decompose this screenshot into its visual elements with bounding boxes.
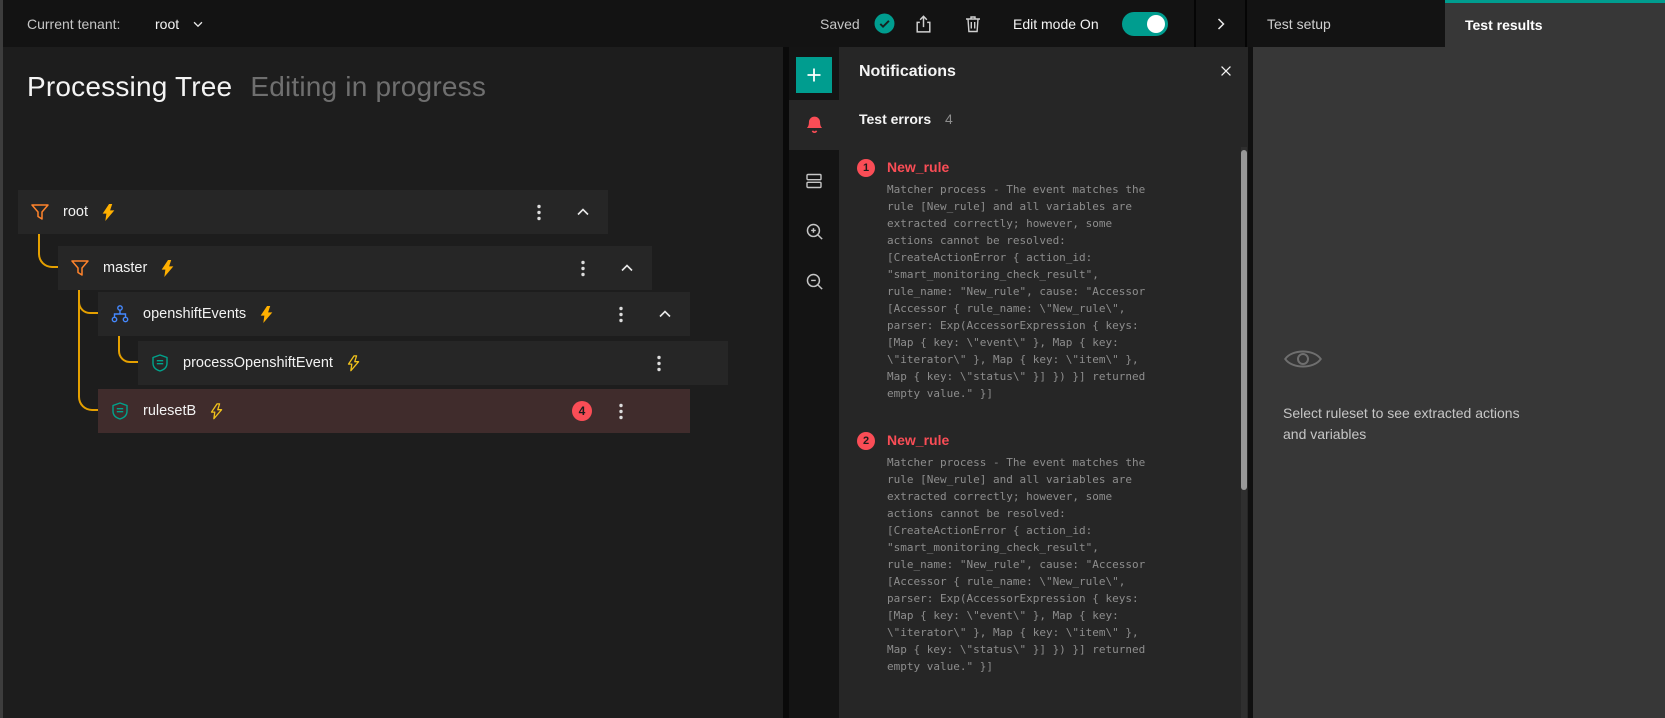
notification-bell-icon [804,115,825,136]
tree-connector [78,290,98,411]
tree-connector [38,234,58,268]
add-node-button[interactable] [796,57,832,93]
tab-test-setup[interactable]: Test setup [1247,0,1445,47]
node-menu-button[interactable] [524,197,554,227]
shield-ruleset-icon [151,354,169,372]
tenant-dropdown[interactable]: root [155,0,205,47]
current-tenant-label: Current tenant: [27,0,120,47]
error-count-badge: 4 [572,401,592,421]
side-toolbar [789,47,839,718]
error-message: Matcher process - The event matches the … [887,454,1153,675]
lightning-outline-icon [210,403,223,420]
edit-mode-label: Edit mode On [1013,0,1099,47]
notifications-panel: Notifications Test errors 4 1 New_rule M… [839,47,1248,718]
chevron-down-icon [191,17,205,31]
branch-icon [111,305,129,323]
error-index-badge: 2 [857,432,875,450]
zoom-out-button[interactable] [789,259,839,303]
lightning-filled-icon [102,204,115,221]
tree-node-rulesetB[interactable]: rulesetB 4 [98,389,690,433]
processing-tree-canvas: Processing Tree Editing in progress root… [0,47,783,718]
tree-node-label: master [103,260,147,276]
kebab-icon [581,260,585,277]
tree-node-master[interactable]: master [58,246,652,290]
top-bar: Current tenant: root Saved Edit mode On … [0,0,1665,47]
edit-mode-toggle[interactable] [1122,12,1168,36]
page-title-text: Processing Tree [27,71,232,102]
window-left-edge [0,0,3,718]
error-item[interactable]: 1 New_rule Matcher process - The event m… [839,159,1238,402]
tree-node-label: rulesetB [143,403,196,419]
tree-node-label: root [63,204,88,220]
close-notifications-button[interactable] [1210,55,1242,87]
close-icon [1218,63,1234,79]
tree-node-processOpenshiftEvent[interactable]: processOpenshiftEvent [138,341,728,385]
tab-test-results-label: Test results [1465,17,1543,33]
rows-icon [804,171,824,191]
save-status: Saved [820,0,895,47]
test-errors-label: Test errors [859,111,931,127]
chevron-up-icon [575,204,591,220]
notifications-list: 1 New_rule Matcher process - The event m… [839,159,1238,705]
tenant-dropdown-value: root [155,16,179,32]
delete-button[interactable] [957,8,989,40]
error-item[interactable]: 2 New_rule Matcher process - The event m… [839,432,1238,675]
error-message: Matcher process - The event matches the … [887,181,1153,402]
chevron-up-icon [657,306,673,322]
filter-icon [31,203,49,221]
expand-panel-button[interactable] [1196,0,1245,47]
test-errors-header: Test errors 4 [859,111,953,127]
error-rule-name: New_rule [887,159,1238,175]
tab-test-setup-label: Test setup [1267,16,1331,32]
test-errors-count: 4 [945,111,953,127]
collapse-button[interactable] [568,197,598,227]
notifications-button[interactable] [789,100,839,150]
test-results-panel: Select ruleset to see extracted actions … [1253,47,1665,718]
tree-node-openshiftEvents[interactable]: openshiftEvents [98,292,690,336]
results-empty-message: Select ruleset to see extracted actions … [1283,403,1535,445]
tree-node-root[interactable]: root [18,190,608,234]
layout-rows-button[interactable] [789,159,839,203]
scrollbar-thumb[interactable] [1241,150,1247,490]
save-status-label: Saved [820,16,860,32]
main-area: Processing Tree Editing in progress root… [0,47,1665,718]
trash-icon [963,14,983,34]
lightning-filled-icon [260,306,273,323]
saved-check-icon [874,13,895,34]
chevron-right-icon [1213,16,1229,32]
collapse-button[interactable] [612,253,642,283]
export-icon [913,14,934,35]
node-menu-button[interactable] [568,253,598,283]
error-index-badge: 1 [857,159,875,177]
zoom-in-button[interactable] [789,209,839,253]
tree-node-label: openshiftEvents [143,306,246,322]
notifications-title: Notifications [859,63,956,81]
page-title: Processing Tree Editing in progress [27,71,486,103]
zoom-in-icon [804,221,825,242]
lightning-outline-icon [347,355,360,372]
eye-icon [1283,345,1323,373]
tree-connector [118,336,138,363]
page-status: Editing in progress [250,71,486,102]
zoom-out-icon [804,271,825,292]
add-icon [804,65,824,85]
lightning-filled-icon [161,260,174,277]
tree-node-label: processOpenshiftEvent [183,355,333,371]
export-button[interactable] [907,8,939,40]
collapse-button[interactable] [650,299,680,329]
node-menu-button[interactable] [606,299,636,329]
node-menu-button[interactable] [644,348,674,378]
kebab-icon [537,204,541,221]
chevron-up-icon [619,260,635,276]
error-rule-name: New_rule [887,432,1238,448]
filter-icon [71,259,89,277]
kebab-icon [619,306,623,323]
kebab-icon [619,403,623,420]
node-menu-button[interactable] [606,396,636,426]
tab-test-results[interactable]: Test results [1445,0,1665,47]
kebab-icon [657,355,661,372]
shield-ruleset-icon [111,402,129,420]
toggle-knob [1147,15,1165,33]
